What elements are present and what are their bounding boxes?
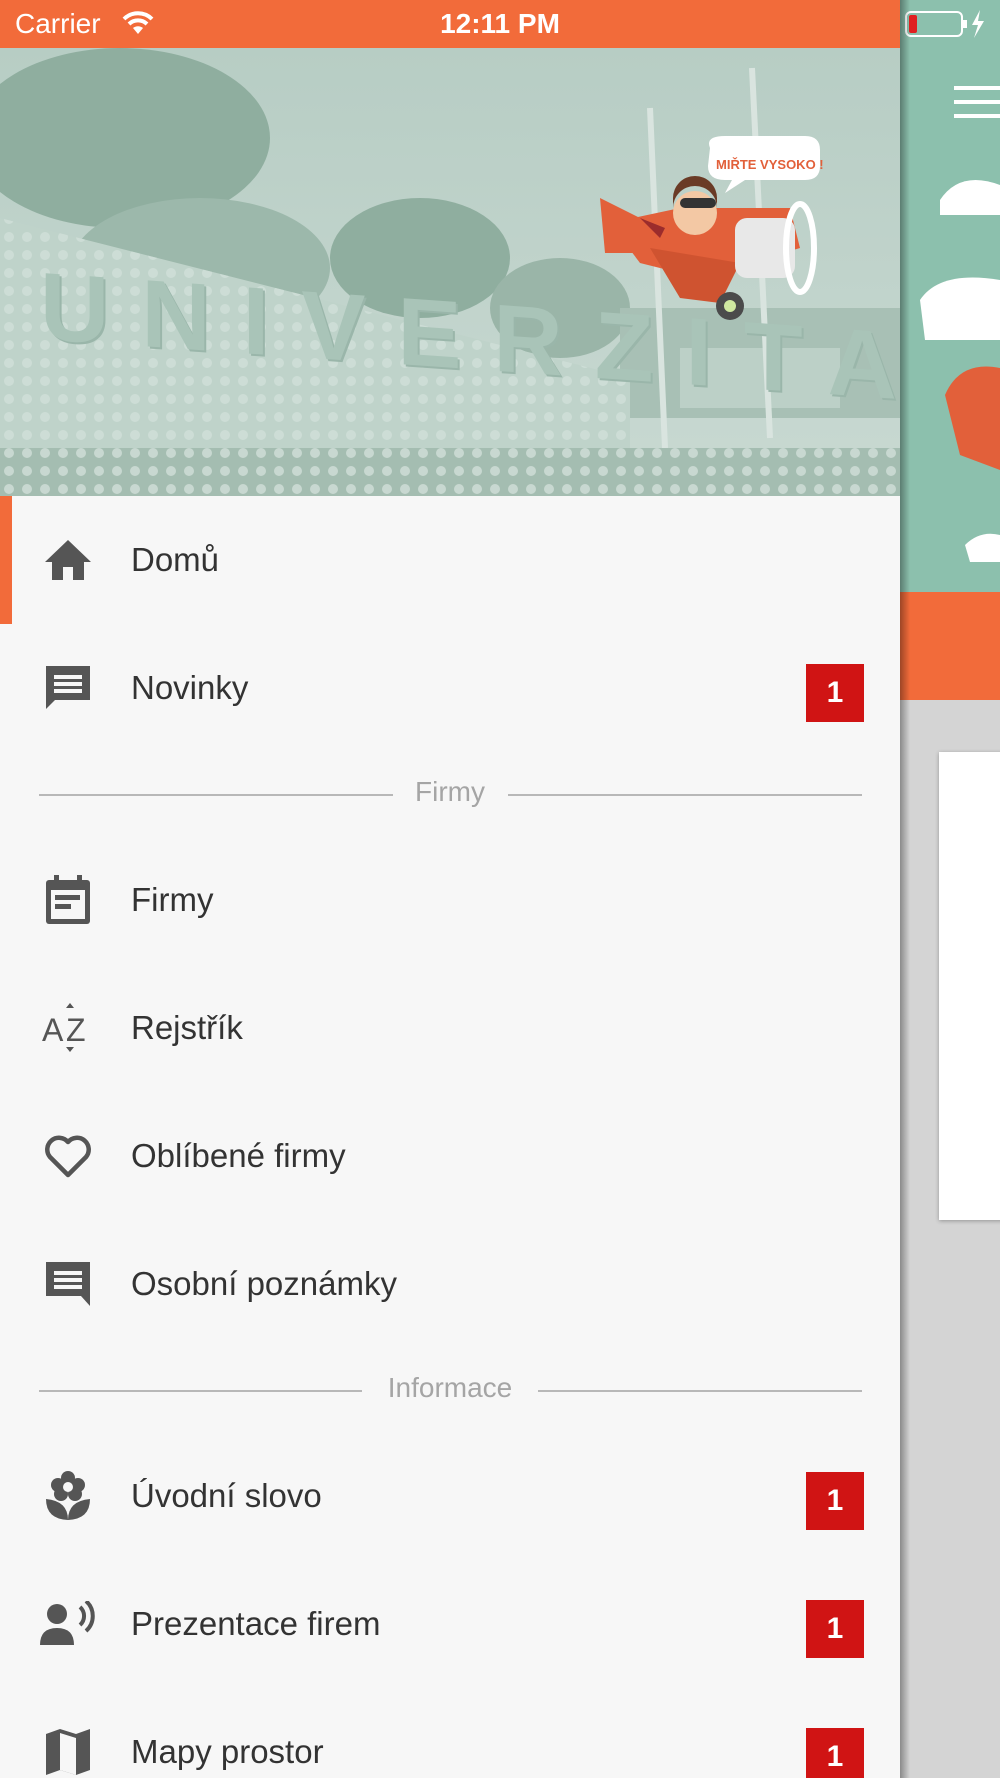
speaker-icon bbox=[40, 1596, 96, 1652]
home-icon bbox=[40, 532, 96, 588]
menu-item-favorites[interactable]: Oblíbené firmy bbox=[0, 1092, 900, 1220]
menu-item-news[interactable]: Novinky 1 bbox=[0, 624, 900, 752]
menu-item-presentations[interactable]: Prezentace firem 1 bbox=[0, 1560, 900, 1688]
drawer-shadow bbox=[900, 0, 910, 1778]
calendar-icon bbox=[40, 872, 96, 928]
status-bar: Carrier 12:11 PM bbox=[0, 0, 900, 48]
svg-text:A: A bbox=[42, 1012, 64, 1048]
menu-label-intro: Úvodní slovo bbox=[131, 1477, 322, 1514]
menu-item-companies[interactable]: Firmy bbox=[0, 836, 900, 964]
section-title-companies: Firmy bbox=[415, 776, 485, 807]
menu-item-maps[interactable]: Mapy prostor 1 bbox=[0, 1688, 900, 1778]
menu-label-index: Rejstřík bbox=[131, 1009, 243, 1046]
menu-label-home: Domů bbox=[131, 541, 220, 578]
hero-image: MIŘTE VYSOKO ! UNIVERZITA bbox=[0, 48, 900, 496]
menu-label-favorites: Oblíbené firmy bbox=[131, 1137, 346, 1174]
news-badge: 1 bbox=[806, 664, 864, 722]
menu-item-home[interactable]: Domů bbox=[0, 496, 900, 624]
background-card bbox=[939, 752, 1000, 1220]
section-header-info: Informace bbox=[0, 1348, 900, 1432]
svg-text:Z: Z bbox=[66, 1012, 86, 1048]
hamburger-menu-icon[interactable] bbox=[954, 86, 1000, 125]
drawer-menu: Domů Novinky 1 Firmy Firmy AZ Rejstřík O… bbox=[0, 496, 900, 1778]
navigation-drawer: MIŘTE VYSOKO ! UNIVERZITA Domů Novinky 1… bbox=[0, 0, 900, 1778]
background-orange-bar bbox=[900, 592, 1000, 700]
sort-az-icon: AZ bbox=[40, 1000, 96, 1056]
banner-text: MIŘTE VYSOKO ! bbox=[716, 157, 824, 172]
menu-label-companies: Firmy bbox=[131, 881, 214, 918]
menu-item-notes[interactable]: Osobní poznámky bbox=[0, 1220, 900, 1348]
maps-badge: 1 bbox=[806, 1728, 864, 1778]
heart-outline-icon bbox=[40, 1128, 96, 1184]
background-screen[interactable] bbox=[900, 0, 1000, 1778]
menu-label-presentations: Prezentace firem bbox=[131, 1605, 381, 1642]
clock: 12:11 PM bbox=[440, 8, 560, 39]
intro-badge: 1 bbox=[806, 1472, 864, 1530]
menu-item-intro[interactable]: Úvodní slovo 1 bbox=[0, 1432, 900, 1560]
menu-label-maps: Mapy prostor bbox=[131, 1733, 324, 1770]
section-title-info: Informace bbox=[387, 1372, 513, 1403]
menu-item-index[interactable]: AZ Rejstřík bbox=[0, 964, 900, 1092]
section-header-companies: Firmy bbox=[0, 752, 900, 836]
presentations-badge: 1 bbox=[806, 1600, 864, 1658]
menu-label-notes: Osobní poznámky bbox=[131, 1265, 397, 1302]
flower-icon bbox=[40, 1468, 96, 1524]
map-icon bbox=[40, 1724, 96, 1778]
note-icon bbox=[40, 1256, 96, 1312]
chat-icon bbox=[40, 660, 96, 716]
menu-label-news: Novinky bbox=[131, 669, 249, 706]
